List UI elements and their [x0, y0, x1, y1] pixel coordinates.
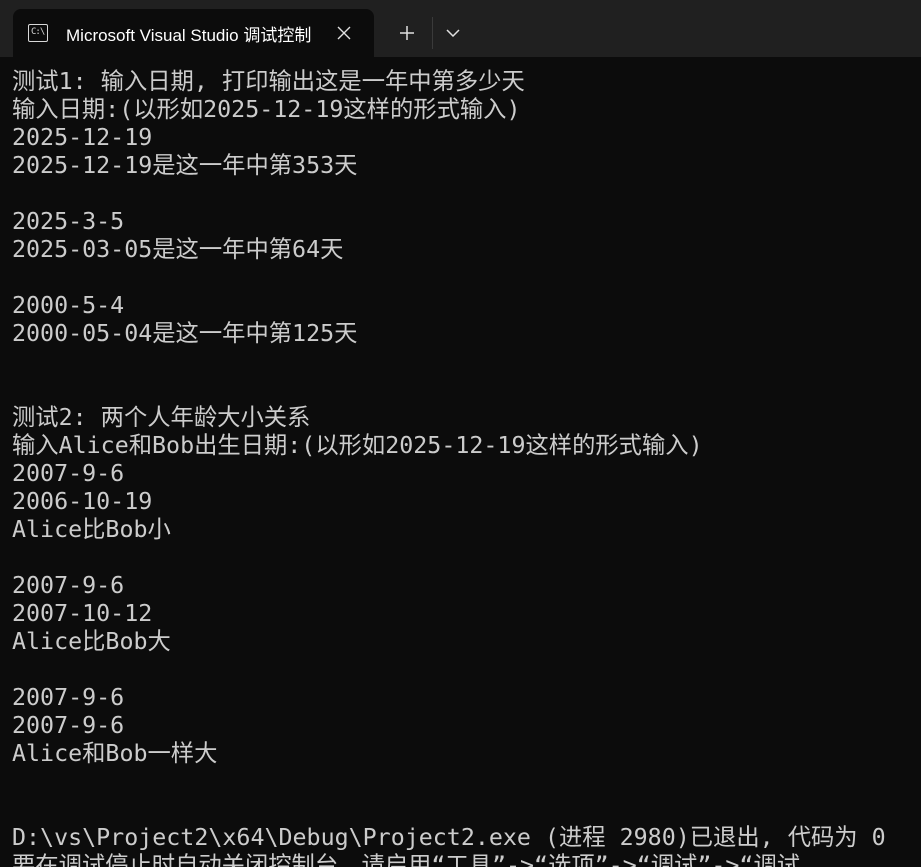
console-line: 2025-3-5 — [12, 208, 125, 235]
console-line: 2025-03-05是这一年中第64天 — [12, 236, 344, 263]
console-line: 2007-9-6 — [12, 712, 125, 739]
console-line: Alice和Bob一样大 — [12, 740, 218, 767]
console-line: 2006-10-19 — [12, 488, 153, 515]
tab-bar: C:\ Microsoft Visual Studio 调试控制台 — [0, 0, 921, 57]
console-line: 2000-5-4 — [12, 292, 125, 319]
tab-title: Microsoft Visual Studio 调试控制台 — [66, 25, 312, 45]
plus-icon — [400, 26, 414, 40]
console-line: 输入日期:(以形如2025-12-19这样的形式输入) — [12, 96, 521, 123]
terminal-window: C:\ Microsoft Visual Studio 调试控制台 测试1: 输… — [0, 0, 921, 867]
console-line: 2025-12-19 — [12, 124, 153, 151]
console-line: 2007-9-6 — [12, 572, 125, 599]
console-output[interactable]: 测试1: 输入日期, 打印输出这是一年中第多少天 输入日期:(以形如2025-12… — [12, 68, 921, 867]
console-line: 测试1: 输入日期, 打印输出这是一年中第多少天 — [12, 68, 525, 95]
console-line: 2007-9-6 — [12, 460, 125, 487]
chevron-down-icon — [446, 29, 460, 37]
console-line: Alice比Bob小 — [12, 516, 171, 543]
profile-dropdown-button[interactable] — [440, 18, 466, 48]
console-line: 输入Alice和Bob出生日期:(以形如2025-12-19这样的形式输入) — [12, 432, 703, 459]
console-line: 2007-9-6 — [12, 684, 125, 711]
tab-debug-console[interactable]: C:\ Microsoft Visual Studio 调试控制台 — [13, 9, 374, 57]
console-line: 2025-12-19是这一年中第353天 — [12, 152, 358, 179]
console-line: 2000-05-04是这一年中第125天 — [12, 320, 358, 347]
console-line: D:\vs\Project2\x64\Debug\Project2.exe (进… — [12, 824, 886, 851]
console-line: 2007-10-12 — [12, 600, 153, 627]
console-app-icon: C:\ — [28, 24, 48, 42]
console-app-icon-label: C:\ — [31, 27, 45, 37]
tab-bar-divider — [432, 17, 433, 49]
new-tab-button[interactable] — [392, 18, 422, 48]
console-line: 测试2: 两个人年龄大小关系 — [12, 404, 311, 431]
close-icon — [337, 26, 351, 40]
close-tab-button[interactable] — [334, 23, 354, 43]
console-line: 要在调试停止时自动关闭控制台，请启用“工具”->“选项”->“调试”->“调试 — [12, 852, 801, 867]
console-line: Alice比Bob大 — [12, 628, 171, 655]
